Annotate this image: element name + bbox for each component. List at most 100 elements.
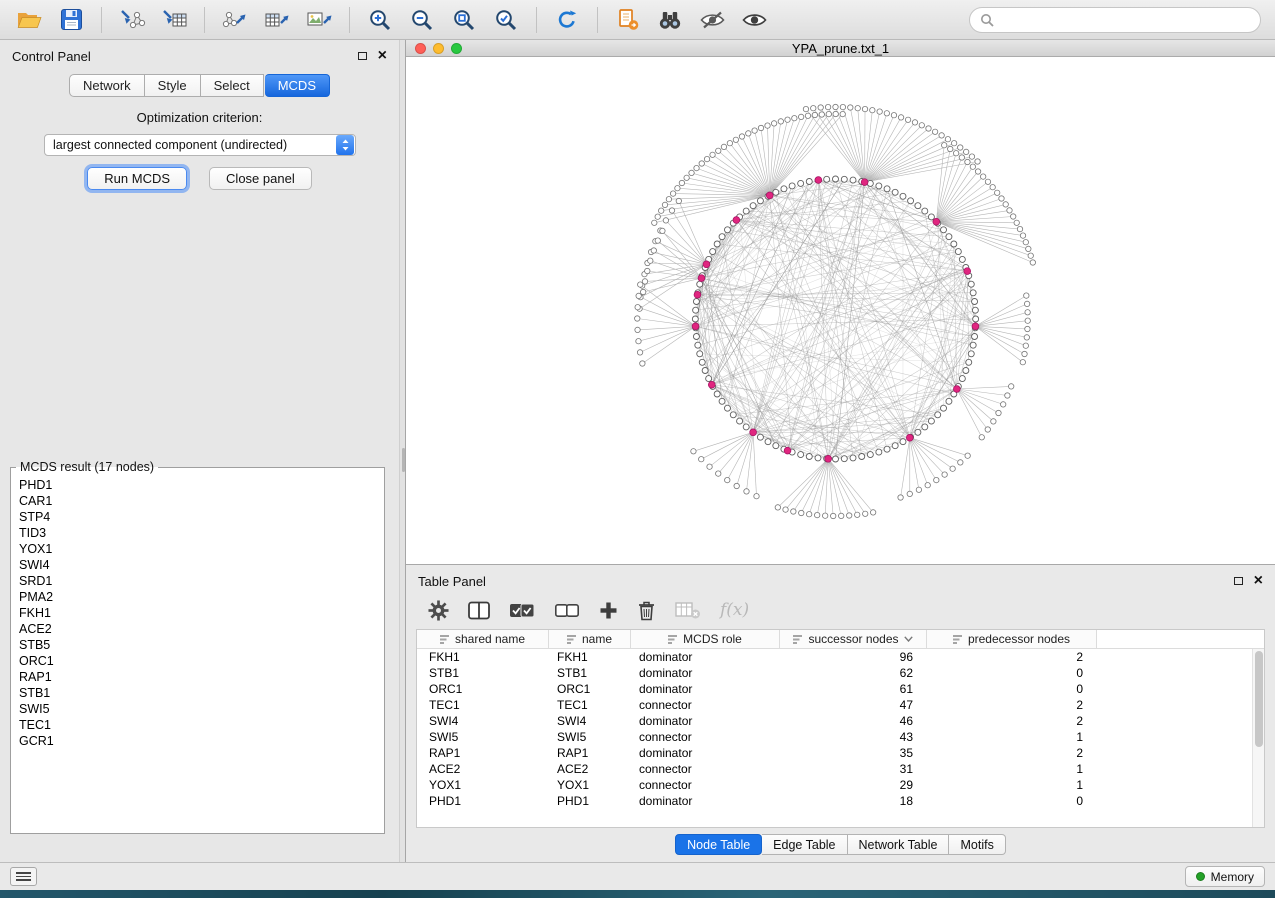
column-header-mcds-role[interactable]: MCDS role [631, 630, 780, 648]
zoom-selected-button[interactable] [487, 4, 525, 36]
table-row[interactable]: TEC1TEC1connector472 [417, 697, 1252, 713]
table-row[interactable]: SWI4SWI4dominator462 [417, 713, 1252, 729]
search-input[interactable] [1000, 12, 1250, 27]
mcds-node-item[interactable]: SWI5 [19, 701, 376, 717]
tab-network[interactable]: Network [69, 74, 145, 97]
control-panel-title: Control Panel [12, 49, 91, 64]
table-row[interactable]: RAP1RAP1dominator352 [417, 745, 1252, 761]
zoom-fit-button[interactable] [445, 4, 483, 36]
float-table-panel-icon[interactable] [1234, 577, 1243, 585]
tab-node-table[interactable]: Node Table [675, 834, 762, 855]
column-header-shared-name[interactable]: shared name [417, 630, 549, 648]
column-header-name[interactable]: name [549, 630, 631, 648]
table-row[interactable]: STB1STB1dominator620 [417, 665, 1252, 681]
refresh-view-button[interactable] [548, 4, 586, 36]
table-settings-button[interactable] [428, 597, 449, 623]
table-cell: 1 [927, 761, 1097, 777]
export-image-button[interactable] [300, 4, 338, 36]
unselect-all-button[interactable] [554, 597, 580, 623]
clone-network-button[interactable] [609, 4, 647, 36]
close-panel-icon[interactable]: × [378, 51, 387, 61]
mcds-node-item[interactable]: YOX1 [19, 541, 376, 557]
zoom-in-button[interactable] [361, 4, 399, 36]
chevron-down-icon [904, 636, 913, 642]
zoom-out-icon [410, 8, 434, 32]
mcds-node-item[interactable]: FKH1 [19, 605, 376, 621]
close-window-icon[interactable] [415, 43, 426, 54]
mcds-node-item[interactable]: PMA2 [19, 589, 376, 605]
mcds-result-list: PHD1CAR1STP4TID3YOX1SWI4SRD1PMA2FKH1ACE2… [11, 474, 384, 833]
table-row[interactable]: ORC1ORC1dominator610 [417, 681, 1252, 697]
scrollbar-thumb[interactable] [1255, 651, 1263, 747]
tab-motifs[interactable]: Motifs [949, 834, 1005, 855]
delete-column-button[interactable] [637, 597, 656, 623]
table-row[interactable]: ACE2ACE2connector311 [417, 761, 1252, 777]
zoom-out-button[interactable] [403, 4, 441, 36]
hide-selected-button[interactable] [693, 4, 731, 36]
mcds-node-item[interactable]: TID3 [19, 525, 376, 541]
export-table-button[interactable] [258, 4, 296, 36]
show-details-button[interactable] [735, 4, 773, 36]
function-builder-button[interactable]: f(x) [720, 597, 749, 623]
table-row[interactable]: PHD1PHD1dominator180 [417, 793, 1252, 809]
save-session-button[interactable] [52, 4, 90, 36]
table-scrollbar[interactable] [1252, 649, 1264, 827]
table-cell: SWI5 [549, 729, 631, 745]
tab-network-table[interactable]: Network Table [848, 834, 950, 855]
table-cell: STB1 [549, 665, 631, 681]
float-panel-icon[interactable] [358, 52, 367, 60]
add-column-button[interactable] [599, 597, 618, 623]
table-row[interactable]: FKH1FKH1dominator962 [417, 649, 1252, 665]
memory-button[interactable]: Memory [1185, 866, 1265, 887]
run-mcds-button[interactable]: Run MCDS [87, 167, 187, 190]
export-network-button[interactable] [216, 4, 254, 36]
toolbar-separator [536, 7, 537, 33]
mcds-node-item[interactable]: SWI4 [19, 557, 376, 573]
mcds-node-item[interactable]: CAR1 [19, 493, 376, 509]
menu-lines-icon [16, 872, 31, 874]
maximize-window-icon[interactable] [451, 43, 462, 54]
mcds-node-item[interactable]: ORC1 [19, 653, 376, 669]
unselect-all-icon [554, 601, 580, 620]
mcds-node-item[interactable]: STB5 [19, 637, 376, 653]
close-table-panel-icon[interactable]: × [1254, 576, 1263, 586]
table-cell: 31 [780, 761, 927, 777]
table-row[interactable]: YOX1YOX1connector291 [417, 777, 1252, 793]
columns-icon [468, 601, 490, 620]
table-row[interactable]: SWI5SWI5connector431 [417, 729, 1252, 745]
split-divider[interactable] [399, 40, 406, 862]
import-table-button[interactable] [155, 4, 193, 36]
mcds-node-item[interactable]: ACE2 [19, 621, 376, 637]
main-toolbar [0, 0, 1275, 40]
search-box[interactable] [969, 7, 1261, 33]
import-network-button[interactable] [113, 4, 151, 36]
mcds-node-item[interactable]: STP4 [19, 509, 376, 525]
open-file-button[interactable] [10, 4, 48, 36]
tab-edge-table[interactable]: Edge Table [762, 834, 847, 855]
column-header-predecessor-nodes[interactable]: predecessor nodes [927, 630, 1097, 648]
first-neighbors-button[interactable] [651, 4, 689, 36]
toggle-columns-button[interactable] [468, 597, 490, 623]
panel-menu-button[interactable] [10, 867, 37, 886]
mcds-node-item[interactable]: PHD1 [19, 477, 376, 493]
minimize-window-icon[interactable] [433, 43, 444, 54]
network-titlebar[interactable]: YPA_prune.txt_1 [406, 40, 1275, 57]
close-panel-button[interactable]: Close panel [209, 167, 312, 190]
table-cell: ACE2 [417, 761, 549, 777]
mcds-node-item[interactable]: SRD1 [19, 573, 376, 589]
mcds-node-item[interactable]: TEC1 [19, 717, 376, 733]
column-header-successor-nodes[interactable]: successor nodes [780, 630, 927, 648]
tab-style[interactable]: Style [145, 74, 201, 97]
tab-select[interactable]: Select [201, 74, 264, 97]
table-cell: 96 [780, 649, 927, 665]
mcds-node-item[interactable]: STB1 [19, 685, 376, 701]
mcds-node-item[interactable]: RAP1 [19, 669, 376, 685]
network-canvas[interactable] [406, 57, 1275, 564]
select-all-button[interactable] [509, 597, 535, 623]
optimization-criterion-label: Optimization criterion: [0, 110, 399, 125]
delete-table-button[interactable] [675, 597, 701, 623]
criterion-select[interactable]: largest connected component (undirected) [44, 134, 356, 156]
export-network-icon [222, 8, 249, 32]
mcds-node-item[interactable]: GCR1 [19, 733, 376, 749]
tab-mcds[interactable]: MCDS [265, 74, 330, 97]
